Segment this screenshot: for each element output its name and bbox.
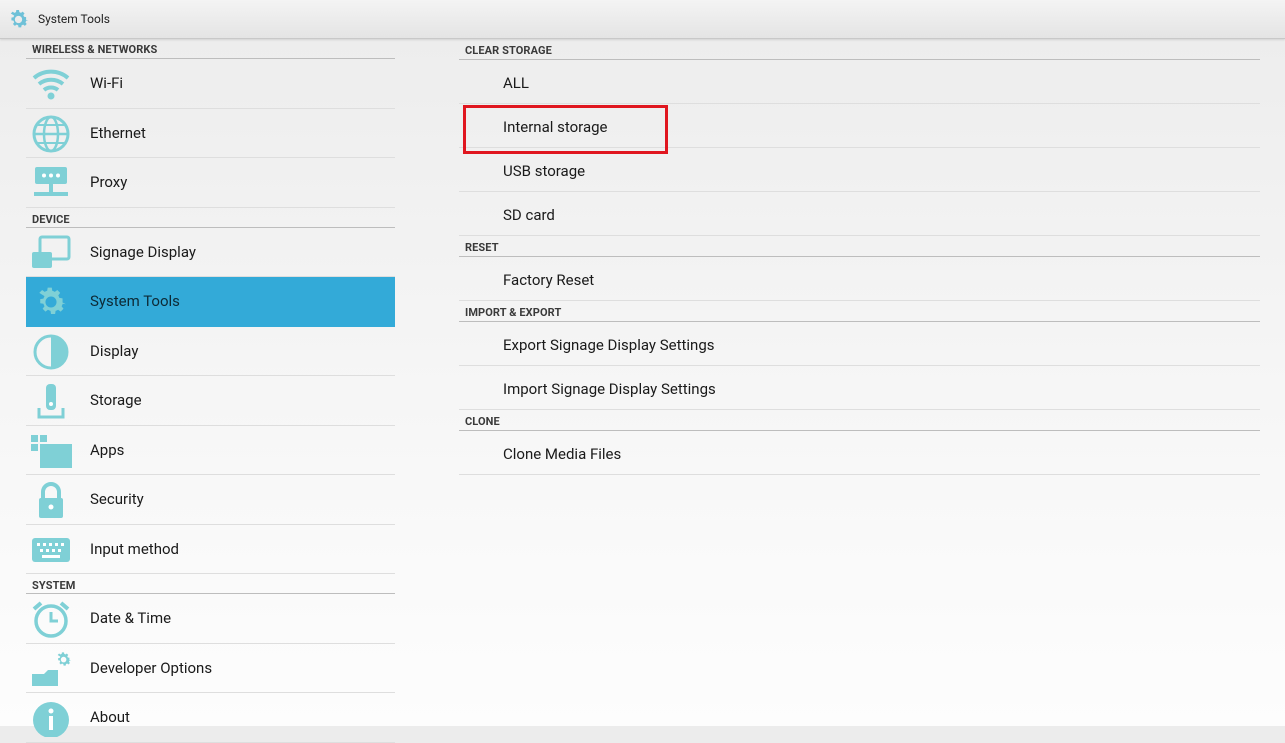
option-label: Import Signage Display Settings (503, 380, 716, 398)
clock-icon (30, 600, 72, 638)
option-label: ALL (503, 74, 529, 92)
highlight-box (463, 105, 668, 154)
apps-icon (30, 432, 72, 470)
brightness-icon (30, 333, 72, 371)
nav-item-proxy[interactable]: Proxy (26, 158, 395, 208)
option-all[interactable]: ALL (459, 60, 1260, 104)
nav-item-ethernet[interactable]: Ethernet (26, 109, 395, 158)
window-title: System Tools (38, 12, 110, 26)
option-label: Clone Media Files (503, 445, 622, 463)
category-header: CLEAR STORAGE (459, 39, 1260, 60)
info-icon (30, 699, 72, 737)
nav-item-label: About (90, 708, 130, 726)
option-factory-reset[interactable]: Factory Reset (459, 257, 1260, 301)
wifi-icon (30, 65, 72, 103)
nav-item-about[interactable]: About (26, 693, 395, 743)
nav-item-developer-options[interactable]: Developer Options (26, 644, 395, 693)
option-usb-storage[interactable]: USB storage (459, 148, 1260, 192)
nav-item-date-and-time[interactable]: Date & Time (26, 594, 395, 644)
gear-icon (10, 10, 29, 28)
option-label: Factory Reset (503, 271, 595, 289)
nav-item-label: Display (90, 341, 139, 360)
option-import-signage-display-settings[interactable]: Import Signage Display Settings (459, 366, 1260, 410)
nav-item-signage-display[interactable]: Signage Display (26, 228, 395, 277)
nav-item-label: Date & Time (90, 609, 172, 627)
gear-icon (30, 283, 72, 321)
nav-item-display[interactable]: Display (26, 327, 395, 376)
nav-item-label: Proxy (90, 173, 128, 191)
nav-item-label: Developer Options (90, 658, 213, 677)
category-header: RESET (459, 236, 1260, 257)
storage-icon (30, 382, 72, 420)
nav-item-label: Signage Display (90, 242, 196, 261)
lock-icon (30, 481, 72, 519)
category-header: SYSTEM (26, 574, 395, 594)
nav-item-label: Security (90, 490, 144, 508)
option-label: USB storage (503, 162, 586, 180)
option-sd-card[interactable]: SD card (459, 192, 1260, 236)
nav-item-label: Apps (90, 440, 125, 459)
proxy-icon (30, 164, 72, 202)
nav-item-system-tools[interactable]: System Tools (26, 277, 395, 327)
nav-item-apps[interactable]: Apps (26, 426, 395, 475)
category-header: WIRELESS & NETWORKS (26, 39, 395, 59)
category-header: DEVICE (26, 208, 395, 228)
nav-item-storage[interactable]: Storage (26, 376, 395, 426)
nav-item-security[interactable]: Security (26, 475, 395, 525)
display-screens-icon (30, 234, 72, 272)
nav-item-input-method[interactable]: Input method (26, 525, 395, 574)
nav-item-label: Storage (90, 391, 142, 409)
category-header: CLONE (459, 410, 1260, 431)
option-export-signage-display-settings[interactable]: Export Signage Display Settings (459, 322, 1260, 366)
settings-nav-panel: WIRELESS & NETWORKS Wi-Fi Ethernet Proxy DEV… (26, 39, 395, 743)
nav-item-label: System Tools (90, 292, 180, 310)
option-label: Export Signage Display Settings (503, 336, 715, 354)
globe-icon (30, 115, 72, 153)
title-bar: System Tools (0, 0, 1285, 39)
keyboard-icon (30, 531, 72, 569)
option-clone-media-files[interactable]: Clone Media Files (459, 431, 1260, 475)
nav-item-wi-fi[interactable]: Wi-Fi (26, 59, 395, 109)
developer-gear-icon (30, 650, 72, 688)
nav-item-label: Ethernet (90, 123, 146, 142)
option-label: SD card (503, 206, 555, 224)
category-header: IMPORT & EXPORT (459, 301, 1260, 322)
nav-item-label: Input method (90, 539, 179, 558)
nav-item-label: Wi-Fi (90, 74, 124, 92)
